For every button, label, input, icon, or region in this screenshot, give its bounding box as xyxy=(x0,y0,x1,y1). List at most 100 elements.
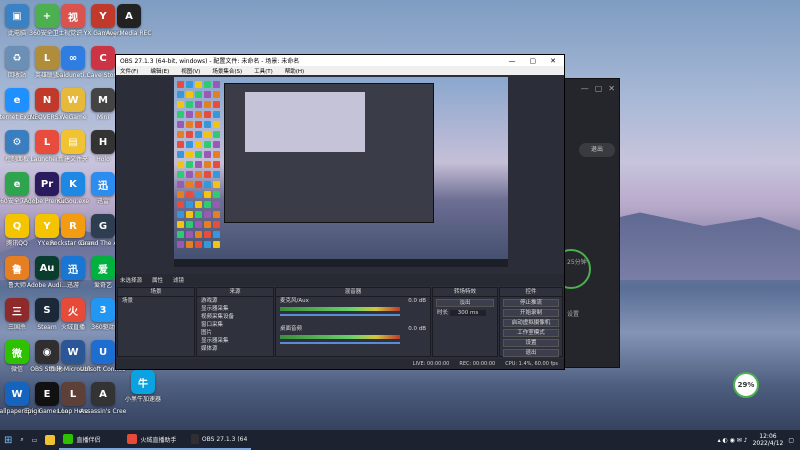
mixer-header: 混音器 xyxy=(276,288,430,297)
network-speed-badge[interactable]: 29% xyxy=(733,372,759,398)
filters-button[interactable]: 滤镜 xyxy=(173,276,184,284)
rec-time: REC: 00:00:00 xyxy=(459,361,496,367)
preview-icon xyxy=(186,91,193,98)
desktop-icon-label: AverMedia RECentral xyxy=(106,30,152,37)
obs-preview[interactable] xyxy=(174,77,508,267)
source-item[interactable]: 窗口采集 xyxy=(197,321,273,329)
control-button[interactable]: 工作室模式 xyxy=(503,329,559,337)
menu-item[interactable]: 工具(T) xyxy=(254,67,273,75)
preview-icon xyxy=(213,201,220,208)
preview-icon xyxy=(195,131,202,138)
close-icon[interactable]: ✕ xyxy=(608,84,615,97)
close-icon[interactable]: ✕ xyxy=(550,57,556,65)
minimize-icon[interactable]: — xyxy=(509,57,516,65)
taskview-icon[interactable]: ▭ xyxy=(28,430,42,450)
preview-icon xyxy=(177,191,184,198)
desktop-icon[interactable]: 牛小黑牛加速器 xyxy=(120,370,166,418)
obs-titlebar: OBS 27.1.3 (64-bit, windows) - 配置文件: 未命名… xyxy=(116,55,564,66)
control-button[interactable]: 退出 xyxy=(503,349,559,357)
source-item[interactable]: 图片 xyxy=(197,329,273,337)
control-button[interactable]: 开始录制 xyxy=(503,309,559,317)
preview-icon xyxy=(186,211,193,218)
taskbar: ⊞ ⌕ ▭ 直播伴侣 火绒直播助手 OBS 27.1.3 (64-bit... ▴ … xyxy=(0,430,800,450)
desktop-icon-label: 小黑牛加速器 xyxy=(124,396,161,403)
preview-icon xyxy=(195,171,202,178)
bgapp-ring-label: 25分钟 xyxy=(567,259,587,266)
preview-icon xyxy=(186,151,193,158)
maximize-icon[interactable]: ▢ xyxy=(530,57,537,65)
control-button[interactable]: 停止推流 xyxy=(503,299,559,307)
preview-icon xyxy=(195,151,202,158)
source-item[interactable]: 显示器采集 xyxy=(197,337,273,345)
scenes-dock: 场景 场景 xyxy=(117,287,195,357)
preview-icon xyxy=(177,241,184,248)
preview-icon xyxy=(213,141,220,148)
preview-icon xyxy=(204,121,211,128)
tray-icons[interactable]: ▴ ◐ ◉ ✉ ♪ xyxy=(718,437,748,444)
preview-icon xyxy=(186,121,193,128)
app-icon: U xyxy=(91,340,115,364)
file-explorer-icon[interactable] xyxy=(41,430,59,450)
taskbar-task[interactable]: 火绒直播助手 xyxy=(123,430,188,450)
mixer-track-db: 0.0 dB xyxy=(408,326,426,332)
app-icon: 迅 xyxy=(91,172,115,196)
preview-icon xyxy=(195,201,202,208)
notification-icon[interactable]: ▢ xyxy=(788,437,794,444)
bgapp-exit-button[interactable]: 退出 xyxy=(579,143,615,157)
preview-icon xyxy=(204,161,211,168)
preview-icon xyxy=(186,241,193,248)
menu-item[interactable]: 帮助(H) xyxy=(285,67,304,75)
preview-icon xyxy=(186,181,193,188)
clock[interactable]: 12:06 2022/4/12 xyxy=(753,433,784,447)
app-icon: A xyxy=(91,382,115,406)
preview-icon xyxy=(213,81,220,88)
controls-dock: 控件 停止推流开始录制启动虚拟摄像机 工作室模式设置退出 xyxy=(499,287,563,357)
preview-icon xyxy=(213,151,220,158)
taskbar-task[interactable]: OBS 27.1.3 (64-bit... xyxy=(187,430,252,450)
preview-icon xyxy=(186,221,193,228)
preview-icon xyxy=(195,81,202,88)
preview-icon xyxy=(177,201,184,208)
controls-header: 控件 xyxy=(500,288,562,297)
bgapp-settings-label[interactable]: 设置 xyxy=(567,309,579,318)
start-button[interactable]: ⊞ xyxy=(0,430,16,450)
task-app-icon xyxy=(63,434,74,444)
minimize-icon[interactable]: — xyxy=(581,84,589,97)
volume-slider[interactable] xyxy=(280,314,400,316)
desktop-icon[interactable]: A AverMedia RECentral xyxy=(106,4,152,52)
menu-item[interactable]: 编辑(E) xyxy=(150,67,169,75)
scene-item[interactable]: 场景 xyxy=(118,297,194,305)
task-app-icon xyxy=(191,434,199,444)
source-item[interactable]: 显示器采集 xyxy=(197,305,273,313)
search-icon[interactable]: ⌕ xyxy=(16,430,27,450)
preview-icon xyxy=(204,91,211,98)
properties-button[interactable]: 属性 xyxy=(152,276,163,284)
background-app-window: — ▢ ✕ 退出 25分钟 设置 xyxy=(551,78,620,368)
preview-icon xyxy=(186,191,193,198)
taskbar-task[interactable]: 直播伴侣 xyxy=(59,430,124,450)
menu-item[interactable]: 视图(V) xyxy=(181,67,200,75)
control-button[interactable]: 启动虚拟摄像机 xyxy=(503,319,559,327)
transitions-header: 转场特效 xyxy=(433,288,497,297)
control-button[interactable]: 设置 xyxy=(503,339,559,347)
preview-icon xyxy=(204,211,211,218)
source-item[interactable]: 游戏源 xyxy=(197,297,273,305)
maximize-icon[interactable]: ▢ xyxy=(595,84,603,97)
source-item[interactable]: 媒体源 xyxy=(197,345,273,353)
source-item[interactable]: 视频采集设备 xyxy=(197,313,273,321)
transition-select[interactable]: 淡出 xyxy=(436,299,494,307)
preview-icon xyxy=(213,111,220,118)
preview-icon xyxy=(204,141,211,148)
preview-icon xyxy=(204,201,211,208)
menu-item[interactable]: 场景集合(S) xyxy=(212,67,242,75)
app-icon: H xyxy=(91,130,115,154)
menu-item[interactable]: 文件(F) xyxy=(120,67,138,75)
preview-icon xyxy=(186,141,193,148)
volume-slider[interactable] xyxy=(280,342,400,344)
preview-icon xyxy=(204,231,211,238)
mixer-track-name: 桌面音频 xyxy=(280,326,303,332)
preview-icon xyxy=(204,171,211,178)
preview-icon xyxy=(177,81,184,88)
obs-source-toolbar: 未选择源 属性 滤镜 xyxy=(116,274,564,286)
duration-field[interactable]: 300 ms xyxy=(449,310,487,316)
